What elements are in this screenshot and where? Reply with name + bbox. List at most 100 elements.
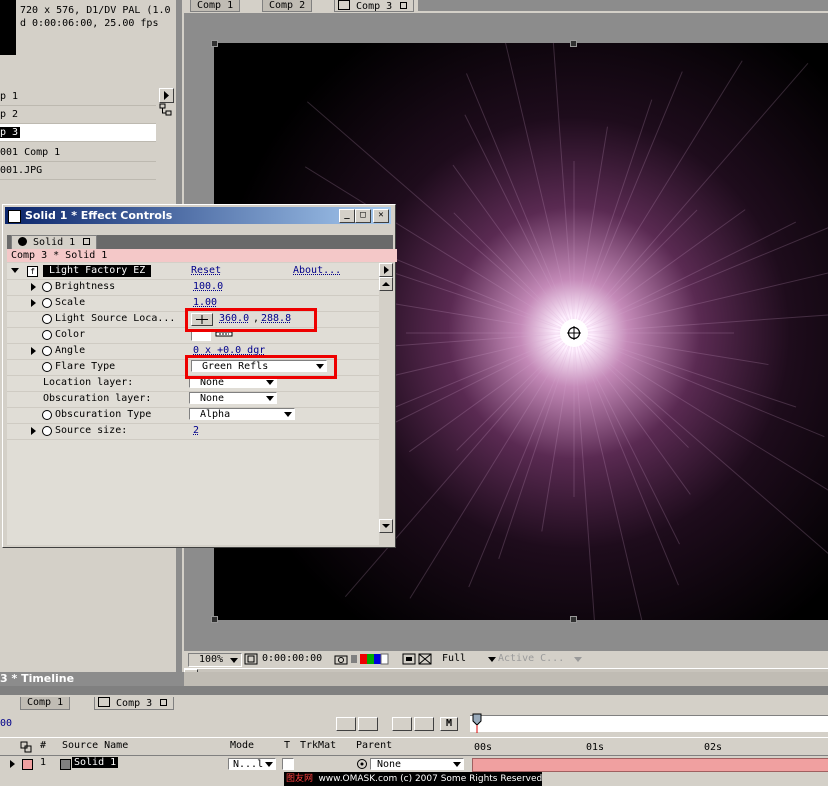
graph-mode-m-icon[interactable]: M	[440, 717, 458, 731]
chevron-down-icon	[453, 762, 461, 767]
frame-blending-icon[interactable]	[392, 717, 412, 731]
obscuration-type-dropdown[interactable]: Alpha	[189, 408, 295, 420]
project-info-duration: d 0:00:06:00, 25.00 fps	[20, 18, 159, 29]
layer-handle[interactable]	[570, 616, 577, 623]
stopwatch-icon[interactable]	[42, 362, 52, 372]
tab-timeline-comp-1[interactable]: Comp 1	[20, 697, 71, 710]
watermark-banner: 图友网 www.OMASK.com (c) 2007 Some Rights R…	[284, 772, 542, 786]
tab-solid-1[interactable]: Solid 1	[11, 235, 98, 249]
shy-layers-icon[interactable]	[358, 717, 378, 731]
layer-name[interactable]: Solid 1	[72, 757, 119, 768]
maximize-button[interactable]: □	[355, 209, 371, 223]
close-tab-icon[interactable]	[160, 699, 168, 706]
chevron-down-icon	[266, 396, 274, 401]
obscuration-layer-dropdown[interactable]: None	[189, 392, 277, 404]
ruler-tick-label: 02s	[704, 742, 723, 753]
param-value[interactable]: 100.0	[193, 279, 223, 295]
param-value[interactable]: 2	[193, 423, 199, 439]
expand-triangle-icon[interactable]	[31, 283, 36, 291]
show-snapshot-icon[interactable]	[350, 653, 358, 665]
comp-viewer-toolbar: 100% 0:00:00:00 Full Active C...	[184, 651, 828, 668]
trkmat-column: TrkMat	[300, 740, 337, 751]
camera-value: Active C...	[498, 653, 565, 664]
layer-handle[interactable]	[211, 40, 218, 47]
project-flowchart-icon[interactable]	[159, 103, 172, 116]
reset-link[interactable]: Reset	[191, 263, 221, 279]
tab-timeline-comp-3[interactable]: Comp 3	[94, 697, 175, 710]
project-item[interactable]: p 1	[0, 88, 156, 106]
stopwatch-icon[interactable]	[42, 410, 52, 420]
parent-dropdown[interactable]: None	[370, 758, 464, 770]
tab-comp-3[interactable]: Comp 3	[334, 0, 415, 12]
time-indicator-handle-icon[interactable]	[472, 713, 482, 736]
layer-handle[interactable]	[211, 616, 218, 623]
project-menu-arrow-icon[interactable]	[159, 88, 174, 103]
project-item[interactable]: 001.JPG	[0, 162, 156, 180]
dropdown-value: N...l	[233, 759, 264, 770]
project-panel: 720 x 576, D1/DV PAL (1.0 d 0:00:06:00, …	[0, 0, 182, 672]
blend-mode-dropdown[interactable]: N...l	[228, 758, 276, 770]
close-button[interactable]: ✕	[373, 209, 389, 223]
timeline-title-bar[interactable]: 3 * Timeline	[0, 672, 184, 686]
tab-comp-1[interactable]: Comp 1	[190, 0, 241, 12]
effect-controls-title-bar[interactable]: Solid 1 * Effect Controls _ □ ✕	[5, 207, 391, 224]
index-column-label: #	[40, 740, 47, 751]
stopwatch-icon[interactable]	[42, 298, 52, 308]
expand-triangle-icon[interactable]	[31, 427, 36, 435]
layer-label-color[interactable]	[22, 759, 33, 770]
timecode-value: 0:00:00:00	[262, 653, 323, 664]
color-channels-icon[interactable]	[360, 653, 390, 665]
minimize-button[interactable]: _	[339, 209, 355, 223]
stopwatch-icon[interactable]	[42, 282, 52, 292]
project-item[interactable]: p 2	[0, 106, 156, 124]
stopwatch-icon[interactable]	[42, 330, 52, 340]
collapse-triangle-icon[interactable]	[11, 268, 19, 273]
layer-duration-bar[interactable]	[472, 758, 828, 772]
chevron-down-icon	[230, 658, 238, 663]
timeline-current-time[interactable]: 00	[0, 718, 12, 729]
current-time-display[interactable]: 0:00:00:00	[262, 653, 332, 665]
highlight-box-light-source	[185, 308, 317, 332]
effect-header-row[interactable]: f Light Factory EZ Reset About...	[7, 263, 379, 280]
close-tab-icon[interactable]	[83, 238, 91, 245]
project-item-selected[interactable]: p 3	[0, 124, 156, 142]
time-navigator[interactable]	[470, 715, 828, 732]
param-obscuration-layer: Obscuration layer: None	[7, 391, 379, 408]
snapshot-camera-icon[interactable]	[334, 653, 348, 665]
layer-handle[interactable]	[570, 40, 577, 47]
param-source-size: Source size: 2	[7, 423, 379, 440]
stopwatch-icon[interactable]	[42, 346, 52, 356]
stopwatch-icon[interactable]	[42, 314, 52, 324]
scroll-down-arrow-icon[interactable]	[379, 519, 393, 533]
scroll-up-arrow-icon[interactable]	[379, 277, 393, 291]
layer-index: 1	[40, 757, 47, 768]
motion-blur-icon[interactable]	[414, 717, 434, 731]
mode-column: Mode	[230, 740, 255, 751]
active-camera-dropdown[interactable]: Active C...	[496, 653, 582, 665]
transparency-grid-icon[interactable]	[418, 653, 432, 665]
effect-controls-app-icon	[8, 210, 21, 223]
expand-triangle-icon[interactable]	[10, 760, 15, 768]
scroll-menu-arrow-icon[interactable]	[379, 263, 393, 277]
close-tab-icon[interactable]	[400, 2, 408, 9]
region-of-interest-icon[interactable]	[402, 653, 416, 665]
expand-triangle-icon[interactable]	[31, 299, 36, 307]
label-column-icon[interactable]	[20, 741, 32, 756]
tab-comp-2[interactable]: Comp 2	[262, 0, 313, 12]
resolution-dropdown[interactable]: Full	[436, 653, 496, 665]
effect-vertical-scrollbar[interactable]	[379, 263, 393, 545]
zoom-dropdown[interactable]: 100%	[188, 653, 242, 667]
source-name-column[interactable]: Source Name	[62, 740, 128, 751]
expand-triangle-icon[interactable]	[31, 347, 36, 355]
tab-bar-fill	[418, 0, 828, 11]
anchor-crosshair-icon[interactable]	[567, 326, 581, 340]
stopwatch-icon[interactable]	[42, 426, 52, 436]
fx-toggle-icon[interactable]: f	[27, 266, 38, 277]
about-link[interactable]: About...	[293, 263, 341, 279]
project-item[interactable]: 001 Comp 1	[0, 144, 156, 162]
preserve-transparency-checkbox[interactable]	[282, 758, 294, 770]
comp-marker-icon[interactable]	[336, 717, 356, 731]
safe-zones-icon[interactable]	[244, 653, 258, 665]
timeline-layer-row[interactable]: 1 Solid 1 N...l None	[0, 755, 828, 773]
pick-whip-icon[interactable]	[356, 758, 368, 773]
